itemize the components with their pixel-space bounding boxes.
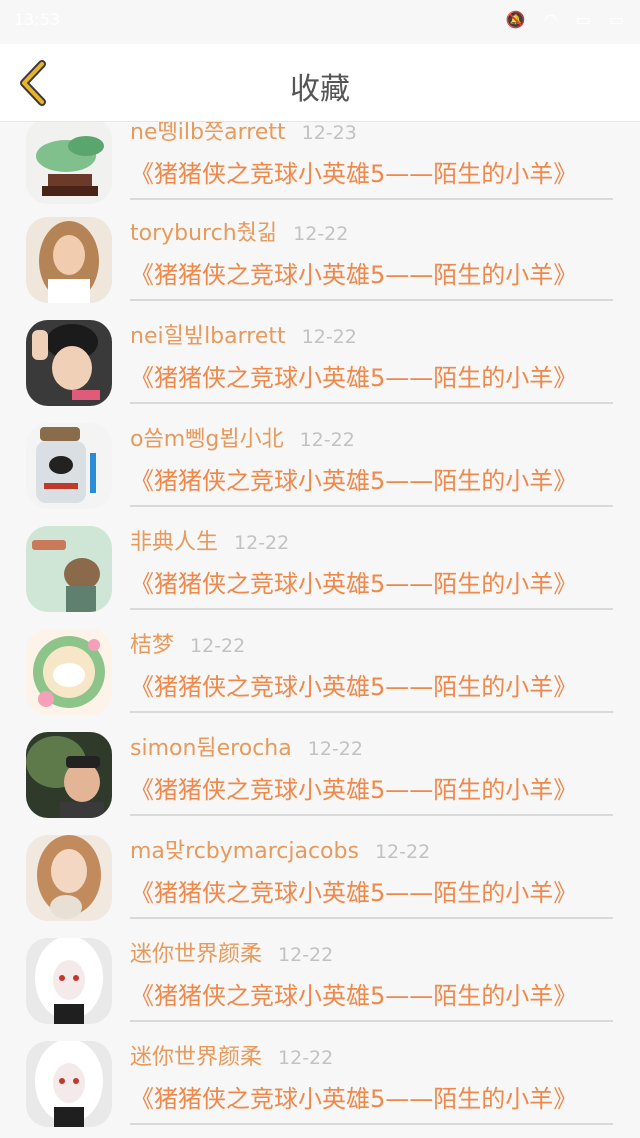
book-title[interactable]: 《猪猪侠之竞球小英雄5——陌生的小羊》 <box>130 564 577 599</box>
divider <box>130 711 613 713</box>
status-bar: 13:53 🔕 ◠ ▭ ▭ <box>0 0 640 44</box>
list-item[interactable]: 桔梦 12-22 《猪猪侠之竞球小英雄5——陌生的小羊》 <box>0 627 640 730</box>
book-title[interactable]: 《猪猪侠之竞球小英雄5——陌生的小羊》 <box>130 976 577 1011</box>
divider <box>130 505 613 507</box>
list-item[interactable]: nei힐빞lbarrett 12-22 《猪猪侠之竞球小英雄5——陌生的小羊》 <box>0 318 640 421</box>
list-item-content: 非典人生 12-22 《猪猪侠之竞球小英雄5——陌生的小羊》 <box>130 524 613 610</box>
user-name: o씀m뼁g뵙小北 <box>130 427 284 452</box>
list-item-content: simon뒴erocha 12-22 《猪猪侠之竞球小英雄5——陌生的小羊》 <box>130 730 613 816</box>
list-item-content: 迷你世界颜柔 12-22 《猪猪侠之竞球小英雄5——陌生的小羊》 <box>130 936 613 1022</box>
favorites-list[interactable]: ne뗑ilb쯧arrett 12-23 《猪猪侠之竞球小英雄5——陌生的小羊》 t… <box>0 122 640 1138</box>
avatar <box>26 1041 112 1127</box>
divider <box>130 814 613 816</box>
page-title: 收藏 <box>290 72 350 107</box>
list-item-content: toryburch췄긺 12-22 《猪猪侠之竞球小英雄5——陌生的小羊》 <box>130 215 613 301</box>
user-name: toryburch췄긺 <box>130 221 278 246</box>
list-item[interactable]: 非典人生 12-22 《猪猪侠之竞球小英雄5——陌生的小羊》 <box>0 524 640 627</box>
item-date: 12-22 <box>307 738 363 760</box>
divider <box>130 299 613 301</box>
header-bar: 收藏 <box>0 44 640 122</box>
list-item-content: ma맞rcbymarcjacobs 12-22 《猪猪侠之竞球小英雄5——陌生的小… <box>130 833 613 919</box>
avatar <box>26 835 112 921</box>
item-date: 12-22 <box>278 944 334 966</box>
item-date: 12-22 <box>278 1047 334 1069</box>
wifi-icon: ◠ <box>543 10 558 29</box>
list-item[interactable]: ma맞rcbymarcjacobs 12-22 《猪猪侠之竞球小英雄5——陌生的小… <box>0 833 640 936</box>
avatar <box>26 938 112 1024</box>
divider <box>130 198 613 200</box>
battery-icon: ▭ <box>608 10 624 29</box>
user-name: simon뒴erocha <box>130 736 292 761</box>
list-item-content: nei힐빞lbarrett 12-22 《猪猪侠之竞球小英雄5——陌生的小羊》 <box>130 318 613 404</box>
list-item-content: 迷你世界颜柔 12-22 《猪猪侠之竞球小英雄5——陌生的小羊》 <box>130 1039 613 1125</box>
book-title[interactable]: 《猪猪侠之竞球小英雄5——陌生的小羊》 <box>130 1079 577 1114</box>
user-name: nei힐빞lbarrett <box>130 324 286 349</box>
book-title[interactable]: 《猪猪侠之竞球小英雄5——陌生的小羊》 <box>130 255 577 290</box>
list-item[interactable]: 迷你世界颜柔 12-22 《猪猪侠之竞球小英雄5——陌生的小羊》 <box>0 936 640 1039</box>
item-date: 12-22 <box>293 223 349 245</box>
user-name: 迷你世界颜柔 <box>130 942 263 967</box>
avatar <box>26 217 112 303</box>
divider <box>130 917 613 919</box>
book-title[interactable]: 《猪猪侠之竞球小英雄5——陌生的小羊》 <box>130 461 577 496</box>
item-date: 12-22 <box>190 635 246 657</box>
list-item[interactable]: o씀m뼁g뵙小北 12-22 《猪猪侠之竞球小英雄5——陌生的小羊》 <box>0 421 640 524</box>
divider <box>130 1020 613 1022</box>
user-name: 非典人生 <box>130 530 219 555</box>
list-item[interactable]: ne뗑ilb쯧arrett 12-23 《猪猪侠之竞球小英雄5——陌生的小羊》 <box>0 122 640 215</box>
book-title[interactable]: 《猪猪侠之竞球小英雄5——陌生的小羊》 <box>130 667 577 702</box>
book-title[interactable]: 《猪猪侠之竞球小英雄5——陌生的小羊》 <box>130 770 577 805</box>
avatar <box>26 526 112 612</box>
list-item[interactable]: toryburch췄긺 12-22 《猪猪侠之竞球小英雄5——陌生的小羊》 <box>0 215 640 318</box>
sim-icon: ▭ <box>575 10 591 29</box>
book-title[interactable]: 《猪猪侠之竞球小英雄5——陌生的小羊》 <box>130 154 577 189</box>
item-date: 12-22 <box>301 326 357 348</box>
user-name: 迷你世界颜柔 <box>130 1045 263 1070</box>
list-item-content: ne뗑ilb쯧arrett 12-23 《猪猪侠之竞球小英雄5——陌生的小羊》 <box>130 122 613 200</box>
status-time: 13:53 <box>14 10 61 29</box>
book-title[interactable]: 《猪猪侠之竞球小英雄5——陌生的小羊》 <box>130 873 577 908</box>
avatar <box>26 629 112 715</box>
item-date: 12-22 <box>234 532 290 554</box>
divider <box>130 1123 613 1125</box>
list-item-content: o씀m뼁g뵙小北 12-22 《猪猪侠之竞球小英雄5——陌生的小羊》 <box>130 421 613 507</box>
avatar <box>26 122 112 204</box>
avatar <box>26 320 112 406</box>
divider <box>130 402 613 404</box>
user-name: ma맞rcbymarcjacobs <box>130 839 359 864</box>
list-item[interactable]: 迷你世界颜柔 12-22 《猪猪侠之竞球小英雄5——陌生的小羊》 <box>0 1039 640 1138</box>
avatar <box>26 423 112 509</box>
list-item[interactable]: simon뒴erocha 12-22 《猪猪侠之竞球小英雄5——陌生的小羊》 <box>0 730 640 833</box>
mute-icon: 🔕 <box>505 10 526 29</box>
item-date: 12-22 <box>374 841 431 863</box>
list-item-content: 桔梦 12-22 《猪猪侠之竞球小英雄5——陌生的小羊》 <box>130 627 613 713</box>
user-name: 桔梦 <box>130 633 175 658</box>
item-date: 12-22 <box>299 429 355 451</box>
item-date: 12-23 <box>301 122 357 144</box>
user-name: ne뗑ilb쯧arrett <box>130 122 286 145</box>
book-title[interactable]: 《猪猪侠之竞球小英雄5——陌生的小羊》 <box>130 358 577 393</box>
divider <box>130 608 613 610</box>
status-icons: 🔕 ◠ ▭ ▭ <box>506 10 624 29</box>
avatar <box>26 732 112 818</box>
